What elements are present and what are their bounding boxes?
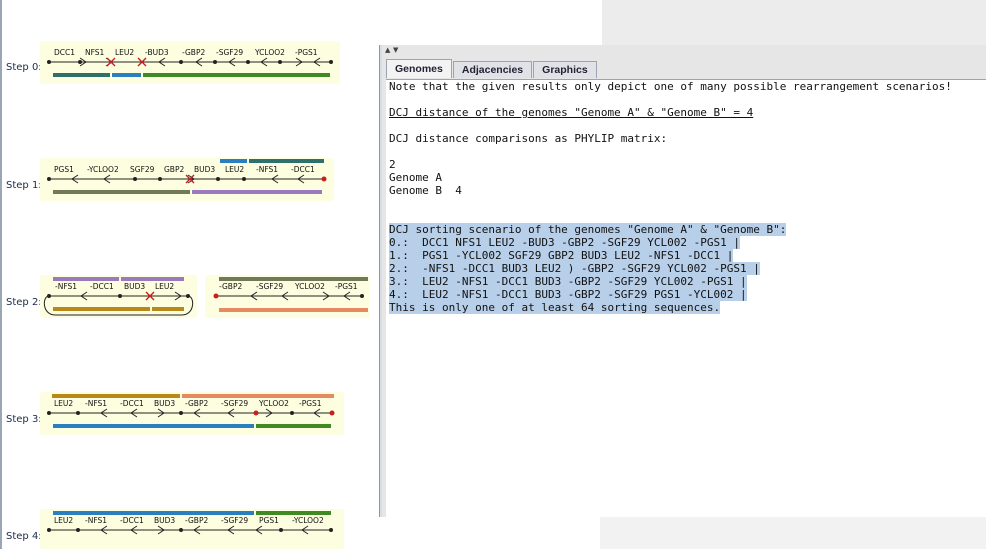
step-label: Step 1: — [6, 180, 42, 191]
gene-label: -NFS1 — [85, 516, 107, 525]
gene-label: -YCLOO2 — [292, 516, 324, 525]
gene-label: BUD3 — [194, 165, 215, 174]
gene-label: -PGS1 — [335, 282, 358, 291]
gene-label: -SGF29 — [256, 282, 283, 291]
gene-label: NFS1 — [85, 48, 105, 57]
genome-step-1[interactable]: PGS1 -YCLOO2 SGF29 GBP2 BUD3 LEU2 -NFS1 … — [40, 158, 334, 201]
gene-label: BUD3 — [154, 516, 175, 525]
text-line — [386, 145, 986, 158]
gene-label: -SGF29 — [216, 48, 243, 57]
text-line — [386, 210, 986, 223]
text-line: Note that the given results only depict … — [389, 80, 952, 93]
selected-text-line: This is only one of at least 64 sorting … — [389, 301, 721, 314]
text-line: 2 — [389, 158, 396, 171]
empty-area — [600, 517, 986, 549]
text-line — [386, 197, 986, 210]
genome-step-3[interactable]: LEU2 -NFS1 -DCC1 BUD3 -GBP2 -SGF29 YCLOO… — [40, 392, 344, 435]
genome-diagram: LEU2 -NFS1 -DCC1 BUD3 -GBP2 -SGF29 PGS1 … — [47, 511, 333, 535]
tab-bar: Genomes Adjacencies Graphics — [386, 59, 598, 79]
gene-label: -PGS1 — [299, 399, 322, 408]
step-label: Step 3: — [6, 414, 42, 425]
selected-text-line: 4.: LEU2 -NFS1 -DCC1 BUD3 -GBP2 -SGF29 P… — [389, 288, 747, 301]
gene-label: -NFS1 — [256, 165, 278, 174]
gene-label: -DCC1 — [291, 165, 315, 174]
gene-label: -NFS1 — [55, 282, 77, 291]
genome-step-0[interactable]: DCC1 NFS1 LEU2 -BUD3 -GBP2 -SGF29 YCLOO2… — [40, 41, 340, 84]
selected-text-line: 1.: PGS1 -YCL002 SGF29 GBP2 BUD3 LEU2 -N… — [389, 249, 734, 262]
selected-text-line: 0.: DCC1 NFS1 LEU2 -BUD3 -GBP2 -SGF29 YC… — [389, 236, 740, 249]
gene-label: -YCLOO2 — [87, 165, 119, 174]
selected-text-line: 2.: -NFS1 -DCC1 BUD3 LEU2 ) -GBP2 -SGF29… — [389, 262, 760, 275]
gene-label: -PGS1 — [295, 48, 318, 57]
gene-label: BUD3 — [154, 399, 175, 408]
genome-diagram: DCC1 NFS1 LEU2 -BUD3 -GBP2 -SGF29 YCLOO2… — [47, 48, 333, 77]
genome-step-4[interactable]: LEU2 -NFS1 -DCC1 BUD3 -GBP2 -SGF29 PGS1 … — [40, 509, 344, 549]
gene-label: YCLOO2 — [258, 399, 289, 408]
gene-label: -SGF29 — [221, 399, 248, 408]
gene-label: YCLOO2 — [294, 282, 325, 291]
step-label: Step 2: — [6, 297, 42, 308]
text-line: Genome B 4 — [389, 184, 462, 197]
selected-text-line: DCJ sorting scenario of the genomes "Gen… — [389, 223, 787, 236]
gene-label: -GBP2 — [185, 516, 208, 525]
gene-label: GBP2 — [164, 165, 184, 174]
results-text-area[interactable]: Note that the given results only depict … — [386, 79, 986, 518]
gene-label: DCC1 — [54, 48, 75, 57]
results-panel: ▲ ▼ Genomes Adjacencies Graphics Note th… — [382, 45, 986, 518]
genome-step-2-circular[interactable]: -NFS1 -DCC1 BUD3 LEU2 — [40, 275, 197, 318]
gene-label: -GBP2 — [185, 399, 208, 408]
gene-label: -GBP2 — [182, 48, 205, 57]
tab-genomes[interactable]: Genomes — [386, 59, 452, 78]
text-line — [386, 93, 986, 106]
gene-label: -NFS1 — [85, 399, 107, 408]
genome-step-2-linear[interactable]: -GBP2 -SGF29 YCLOO2 -PGS1 — [205, 275, 370, 318]
gene-label: -DCC1 — [120, 399, 144, 408]
step-label: Step 0: — [6, 62, 42, 73]
gene-label: -DCC1 — [120, 516, 144, 525]
collapse-bar: ▲ ▼ — [382, 45, 986, 57]
gene-label: YCLOO2 — [254, 48, 285, 57]
gene-label: PGS1 — [54, 165, 74, 174]
collapse-down-icon[interactable]: ▼ — [393, 45, 398, 55]
gene-label: SGF29 — [130, 165, 155, 174]
gene-label: LEU2 — [155, 282, 174, 291]
text-line: DCJ distance of the genomes "Genome A" &… — [389, 106, 754, 119]
gene-label: BUD3 — [124, 282, 145, 291]
tab-graphics[interactable]: Graphics — [533, 61, 597, 78]
gene-label: -BUD3 — [145, 48, 169, 57]
gene-label: -DCC1 — [90, 282, 114, 291]
collapse-up-icon[interactable]: ▲ — [385, 45, 390, 55]
gene-label: LEU2 — [54, 399, 73, 408]
text-line: Genome A — [389, 171, 442, 184]
text-line: DCJ distance comparisons as PHYLIP matri… — [389, 132, 668, 145]
selected-text-line: 3.: LEU2 -NFS1 -DCC1 BUD3 -GBP2 -SGF29 Y… — [389, 275, 747, 288]
tab-adjacencies[interactable]: Adjacencies — [452, 61, 533, 78]
gene-label: LEU2 — [115, 48, 134, 57]
gene-label: LEU2 — [54, 516, 73, 525]
gene-label: LEU2 — [225, 165, 244, 174]
genome-diagram: PGS1 -YCLOO2 SGF29 GBP2 BUD3 LEU2 -NFS1 … — [47, 159, 327, 194]
gene-label: PGS1 — [259, 516, 279, 525]
step-label: Step 4: — [6, 531, 42, 542]
gene-label: -SGF29 — [221, 516, 248, 525]
genome-diagram: -NFS1 -DCC1 BUD3 LEU2 — [43, 277, 194, 316]
text-line — [386, 119, 986, 132]
genome-diagram: -GBP2 -SGF29 YCLOO2 -PGS1 — [213, 277, 368, 312]
genome-diagram: LEU2 -NFS1 -DCC1 BUD3 -GBP2 -SGF29 YCLOO… — [47, 394, 335, 428]
gene-label: -GBP2 — [219, 282, 242, 291]
